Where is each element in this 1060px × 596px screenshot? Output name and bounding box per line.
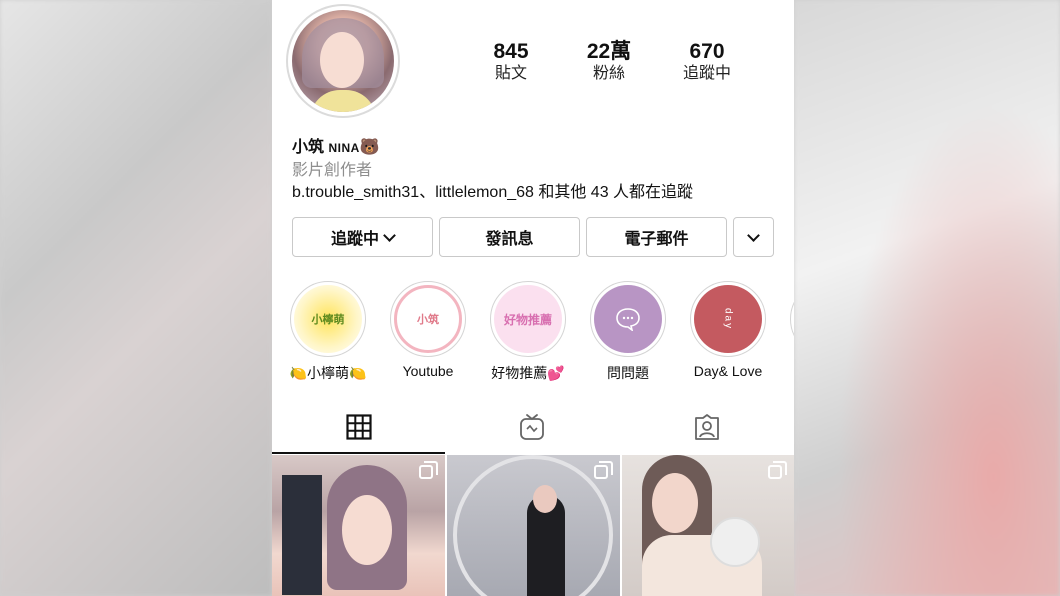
highlight-cover: day	[690, 281, 766, 357]
highlight-cover: 小筑	[390, 281, 466, 357]
highlight-label: 好物推薦💕	[491, 365, 565, 381]
highlight-more[interactable]	[788, 281, 794, 357]
chevron-down-icon	[383, 228, 396, 242]
post-photo-detail	[710, 517, 760, 567]
tagged-icon	[694, 414, 719, 440]
highlight-questions[interactable]: 問問題	[588, 281, 668, 383]
day-cover-icon: day	[694, 285, 762, 353]
multiple-photos-icon	[594, 461, 613, 479]
followers-count: 22萬	[586, 40, 632, 63]
following-count: 670	[689, 40, 725, 63]
highlight-youtube[interactable]: 小筑 Youtube	[388, 281, 468, 379]
speech-bubble-icon	[594, 285, 662, 353]
post-thumbnail[interactable]	[622, 455, 794, 596]
email-button-label: 電子郵件	[624, 231, 689, 248]
following-button-label: 追蹤中	[330, 231, 379, 248]
message-button[interactable]: 發訊息	[439, 217, 580, 257]
highlight-recommend[interactable]: 好物推薦 好物推薦💕	[488, 281, 568, 383]
profile-category: 影片創作者	[292, 162, 373, 179]
highlight-label: Day& Love	[693, 363, 763, 379]
posts-count: 845	[493, 40, 529, 63]
posts-label: 貼文	[494, 65, 527, 82]
posts-grid	[272, 455, 794, 596]
recommend-cover-icon: 好物推薦	[494, 285, 562, 353]
lemon-cover-icon: 小檸萌	[294, 285, 362, 353]
post-thumbnail[interactable]	[272, 455, 445, 596]
active-tab-indicator	[272, 452, 445, 454]
multiple-photos-icon	[419, 461, 438, 479]
tab-tagged[interactable]	[619, 402, 794, 452]
name-text: 小筑	[292, 139, 325, 156]
highlight-label: Youtube	[402, 363, 454, 379]
highlight-label: 問問題	[607, 365, 649, 381]
tab-igtv[interactable]	[445, 402, 619, 452]
profile-screen: 845 貼文 22萬 粉絲 670 追蹤中 小筑 NINA🐻 影片創作者 b.t…	[272, 0, 794, 596]
post-photo-detail	[652, 473, 698, 533]
name-latin: NINA	[328, 141, 360, 155]
highlight-cover: 好物推薦	[490, 281, 566, 357]
stat-posts[interactable]: 845 貼文	[462, 40, 560, 84]
avatar-image	[292, 10, 394, 112]
highlight-cover	[590, 281, 666, 357]
stat-following[interactable]: 670 追蹤中	[658, 40, 756, 84]
tab-posts-grid[interactable]	[272, 402, 445, 452]
post-photo-detail	[342, 495, 392, 565]
profile-tabs	[272, 402, 794, 454]
stat-followers[interactable]: 22萬 粉絲	[560, 40, 658, 84]
following-label: 追蹤中	[682, 65, 731, 82]
followed-by-text[interactable]: b.trouble_smith31、littlelemon_68 和其他 43 …	[292, 178, 693, 202]
profile-stats: 845 貼文 22萬 粉絲 670 追蹤中	[462, 40, 756, 84]
bear-emoji: 🐻	[359, 139, 380, 156]
igtv-icon	[520, 414, 544, 440]
suggested-accounts-button[interactable]	[733, 217, 774, 257]
background-left	[0, 0, 272, 596]
highlight-day-love[interactable]: day Day& Love	[688, 281, 768, 379]
profile-name: 小筑 NINA🐻	[292, 133, 380, 157]
following-button[interactable]: 追蹤中	[292, 217, 433, 257]
background-right	[794, 0, 1060, 596]
youtube-cover-icon: 小筑	[394, 285, 462, 353]
highlight-lemon[interactable]: 小檸萌 🍋小檸萌🍋	[288, 281, 368, 383]
multiple-photos-icon	[768, 461, 787, 479]
post-thumbnail[interactable]	[447, 455, 620, 596]
message-button-label: 發訊息	[485, 231, 534, 248]
grid-icon	[345, 414, 372, 440]
highlight-cover: 小檸萌	[290, 281, 366, 357]
highlight-cover	[790, 281, 794, 357]
chevron-down-icon	[747, 228, 760, 242]
email-button[interactable]: 電子郵件	[586, 217, 727, 257]
highlight-label: 🍋小檸萌🍋	[289, 365, 367, 381]
profile-avatar[interactable]	[286, 4, 400, 118]
post-photo-detail	[282, 475, 322, 595]
followers-label: 粉絲	[592, 65, 625, 82]
post-photo-detail	[533, 485, 557, 513]
